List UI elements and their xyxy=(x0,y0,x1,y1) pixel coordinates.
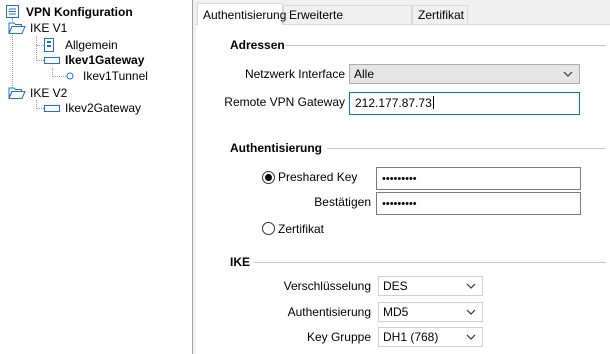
tree-item-label: IKE V1 xyxy=(30,21,68,35)
preshared-key-value: ••••••••• xyxy=(382,173,417,185)
tree-item-label: Ikev2Gateway xyxy=(65,101,142,115)
netzwerk-interface-value: Alle xyxy=(354,67,375,81)
label-key-gruppe: Key Gruppe xyxy=(306,330,371,344)
section-heading-authentisierung: Authentisierung xyxy=(230,141,322,155)
label-verschluesselung: Verschlüsselung xyxy=(283,279,371,293)
gateway-icon xyxy=(44,105,60,112)
confirm-key-value: ••••••••• xyxy=(382,198,417,210)
vpn-config-tree: VPN Konfiguration IKE V1 Allgemein Ikev1… xyxy=(0,0,193,354)
tab-zertifikat[interactable]: Zertifikat xyxy=(412,5,468,24)
list-icon xyxy=(6,5,19,18)
zertifikat-radio[interactable] xyxy=(262,222,275,235)
netzwerk-interface-select[interactable]: Alle xyxy=(349,64,580,84)
section-heading-adressen: Adressen xyxy=(230,38,285,52)
label-bestaetigen: Bestätigen xyxy=(314,195,371,209)
ike-authentisierung-select[interactable]: MD5 xyxy=(378,302,483,322)
remote-vpn-gateway-input[interactable]: 212.177.87.73 xyxy=(349,92,580,115)
folder-open-icon xyxy=(8,22,26,34)
verschluesselung-select[interactable]: DES xyxy=(378,276,483,296)
label-zertifikat: Zertifikat xyxy=(278,222,325,236)
tab-erweiterte-einstellungen[interactable]: Erweiterte Einstellungen xyxy=(283,5,412,41)
key-gruppe-value: DH1 (768) xyxy=(383,330,439,344)
chevron-down-icon xyxy=(466,334,476,340)
tree-item-label: Ikev1Gateway xyxy=(65,53,145,67)
tree-item-label: Allgemein xyxy=(65,38,118,52)
tab-authentisierung[interactable]: Authentisierung xyxy=(197,3,286,25)
chevron-down-icon xyxy=(466,283,476,289)
tree-item-label: IKE V2 xyxy=(30,86,68,100)
chevron-down-icon xyxy=(466,309,476,315)
folder-open-icon xyxy=(8,87,26,99)
remote-vpn-gateway-value: 212.177.87.73 xyxy=(355,96,432,110)
preshared-key-input[interactable]: ••••••••• xyxy=(376,167,581,190)
label-netzwerk-interface: Netzwerk Interface xyxy=(244,67,345,81)
label-ike-authentisierung: Authentisierung xyxy=(287,305,371,319)
confirm-key-input[interactable]: ••••••••• xyxy=(376,192,581,215)
key-gruppe-select[interactable]: DH1 (768) xyxy=(378,327,483,347)
section-heading-ike: IKE xyxy=(230,255,251,269)
tree-item-label: Ikev1Tunnel xyxy=(83,69,148,83)
verschluesselung-value: DES xyxy=(383,279,408,293)
tab-content-authentisierung: Adressen Netzwerk Interface Alle Remote … xyxy=(196,25,610,354)
gateway-icon xyxy=(44,57,60,64)
document-icon xyxy=(44,38,54,52)
chevron-down-icon xyxy=(563,71,573,77)
tab-bar: Authentisierung Erweiterte Einstellungen… xyxy=(195,3,610,41)
label-remote-vpn-gateway: Remote VPN Gateway xyxy=(224,95,345,109)
label-preshared-key: Preshared Key xyxy=(278,170,358,184)
settings-panel: Authentisierung Erweiterte Einstellungen… xyxy=(195,0,610,354)
tree-root-label: VPN Konfiguration xyxy=(26,5,133,19)
preshared-key-radio[interactable] xyxy=(262,171,275,184)
tunnel-icon xyxy=(66,72,74,80)
ike-authentisierung-value: MD5 xyxy=(383,305,409,319)
